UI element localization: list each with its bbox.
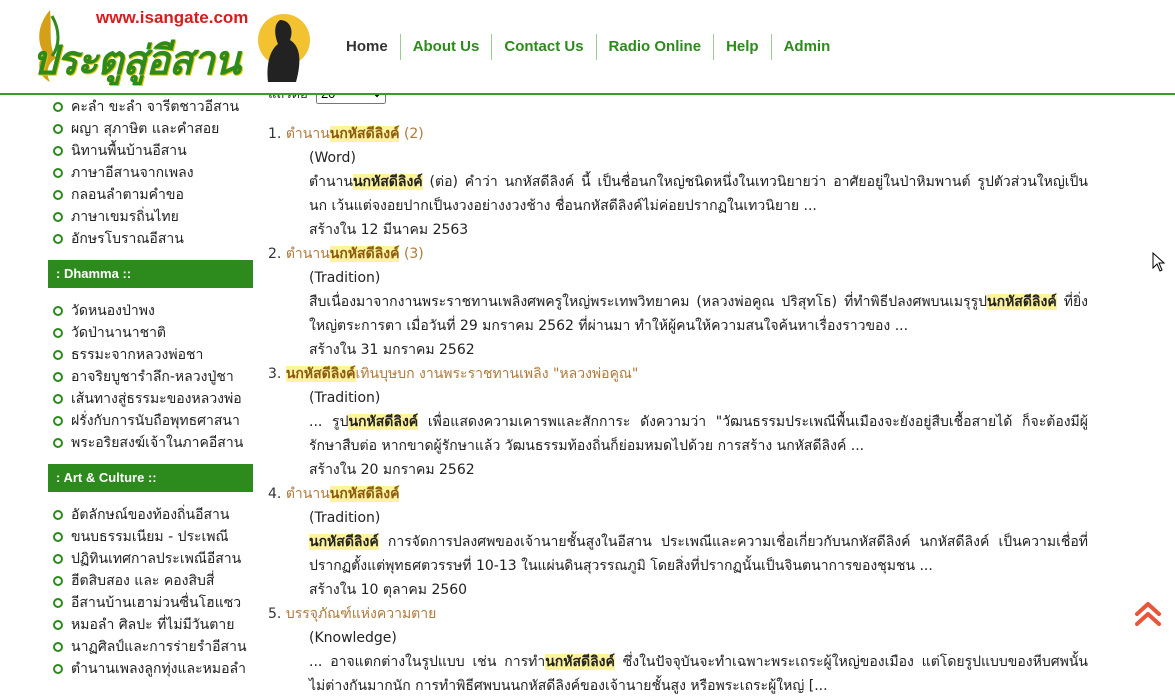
result-item: 1. ตำนานนกหัสดีลิงค์ (2) (Word) ตำนานนกห… — [268, 122, 1088, 242]
sidebar-item[interactable]: ธรรมะจากหลวงพ่อชา — [48, 344, 253, 366]
result-snippet: นกหัสดีลิงค์ การจัดการปลงศพของเจ้านายชั้… — [309, 534, 1088, 574]
sidebar-item[interactable]: ฮีตสิบสอง และ คองสิบสี่ — [48, 570, 253, 592]
sidebar-item[interactable]: ภาษาอีสานจากเพลง — [48, 162, 253, 184]
result-category: (Tradition) — [309, 510, 381, 526]
result-title: 5. บรรจุภัณฑ์แห่งความตาย — [268, 606, 437, 622]
logo-title: ประตูสู่อีสาน — [32, 37, 241, 84]
bullet-icon — [53, 234, 63, 244]
bullet-icon — [53, 438, 63, 448]
result-date: สร้างใน 12 มีนาคม 2563 — [309, 222, 469, 238]
result-item: 4. ตำนานนกหัสดีลิงค์ (Tradition) นกหัสดี… — [268, 482, 1088, 602]
site-header: www.isangate.com ประตูสู่อีสาน Home Abou… — [0, 0, 1175, 95]
bullet-icon — [53, 190, 63, 200]
main-nav: Home About Us Contact Us Radio Online He… — [334, 34, 842, 60]
sidebar-list-dhamma: วัดหนองป่าพง วัดป่านานาชาติ ธรรมะจากหลวง… — [48, 300, 253, 454]
sidebar-item[interactable]: พระอริยสงฆ์เจ้าในภาคอีสาน — [48, 432, 253, 454]
nav-admin[interactable]: Admin — [770, 34, 843, 60]
performer-silhouette-icon — [258, 14, 310, 82]
sidebar-item[interactable]: วัดหนองป่าพง — [48, 300, 253, 322]
result-title: 1. ตำนานนกหัสดีลิงค์ (2) — [268, 126, 424, 142]
result-category: (Word) — [309, 150, 356, 166]
sidebar-item[interactable]: อัตลักษณ์ของท้องถิ่นอีสาน — [48, 504, 253, 526]
result-category: (Knowledge) — [309, 630, 397, 646]
result-link[interactable]: ตำนานนกหัสดีลิงค์ — [286, 126, 400, 142]
result-link[interactable]: นกหัสดีลิงค์เทินบุษบก งานพระราชทานเพลิง … — [285, 366, 638, 382]
result-snippet: ... รูปนกหัสดีลิงค์ เพื่อแสดงความเคารพแล… — [309, 414, 1088, 454]
sidebar-item[interactable]: คะลำ ขะลำ จารีตชาวอีสาน — [48, 96, 253, 118]
sidebar-item[interactable]: อักษรโบราณอีสาน — [48, 228, 253, 250]
bullet-icon — [53, 642, 63, 652]
sidebar-heading-art-culture: : Art & Culture :: — [48, 464, 253, 492]
bullet-icon — [53, 306, 63, 316]
nav-contact-us[interactable]: Contact Us — [491, 34, 595, 60]
result-title: 2. ตำนานนกหัสดีลิงค์ (3) — [268, 246, 424, 262]
result-item: 5. บรรจุภัณฑ์แห่งความตาย (Knowledge) ...… — [268, 602, 1088, 698]
sidebar-item[interactable]: ตำนานเพลงลูกทุ่งและหมอลำ — [48, 658, 253, 680]
sidebar-heading-dhamma: : Dhamma :: — [48, 260, 253, 288]
sidebar-item[interactable]: เส้นทางสู่ธรรมะของหลวงพ่อ — [48, 388, 253, 410]
result-title: 3. นกหัสดีลิงค์เทินบุษบก งานพระราชทานเพล… — [268, 366, 639, 382]
sidebar-item[interactable]: นาฏศิลป์และการร่ายรำอีสาน — [48, 636, 253, 658]
nav-radio-online[interactable]: Radio Online — [595, 34, 714, 60]
bullet-icon — [53, 328, 63, 338]
result-link[interactable]: ตำนานนกหัสดีลิงค์ — [286, 486, 400, 502]
bullet-icon — [53, 124, 63, 134]
bullet-icon — [53, 394, 63, 404]
bullet-icon — [53, 664, 63, 674]
nav-about-us[interactable]: About Us — [399, 34, 492, 60]
result-snippet: ... อาจแตกต่างในรูปแบบ เช่น การทำนกหัสดี… — [309, 654, 1088, 694]
bullet-icon — [53, 350, 63, 360]
scroll-to-top-icon[interactable] — [1133, 600, 1163, 628]
result-date: สร้างใน 31 มกราคม 2562 — [309, 342, 475, 358]
result-date: สร้างใน 10 ตุลาคม 2560 — [309, 582, 468, 598]
bullet-icon — [53, 372, 63, 382]
site-logo[interactable]: www.isangate.com ประตูสู่อีสาน — [30, 6, 310, 86]
sidebar: คะลำ ขะลำ จารีตชาวอีสาน ผญา สุภาษิต และค… — [48, 93, 253, 680]
bullet-icon — [53, 146, 63, 156]
result-snippet: สืบเนื่องมาจากงานพระราชทานเพลิงศพครูใหญ่… — [309, 294, 1088, 334]
sidebar-item[interactable]: นิทานพื้นบ้านอีสาน — [48, 140, 253, 162]
mouse-cursor-icon — [1152, 252, 1166, 272]
result-item: 2. ตำนานนกหัสดีลิงค์ (3) (Tradition) สืบ… — [268, 242, 1088, 362]
sidebar-item[interactable]: กลอนลำตามคำขอ — [48, 184, 253, 206]
sidebar-item[interactable]: อาจริยบูชารำลึก-หลวงปู่ชา — [48, 366, 253, 388]
bullet-icon — [53, 510, 63, 520]
bullet-icon — [53, 212, 63, 222]
result-category: (Tradition) — [309, 390, 381, 406]
result-link[interactable]: บรรจุภัณฑ์แห่งความตาย — [286, 606, 437, 622]
bullet-icon — [53, 168, 63, 178]
sidebar-item[interactable]: ภาษาเขมรถิ่นไทย — [48, 206, 253, 228]
bullet-icon — [53, 620, 63, 630]
nav-help[interactable]: Help — [713, 34, 771, 60]
sidebar-list-isan: คะลำ ขะลำ จารีตชาวอีสาน ผญา สุภาษิต และค… — [48, 96, 253, 250]
result-item: 3. นกหัสดีลิงค์เทินบุษบก งานพระราชทานเพล… — [268, 362, 1088, 482]
bullet-icon — [53, 532, 63, 542]
sidebar-item[interactable]: ผญา สุภาษิต และคำสอย — [48, 118, 253, 140]
result-snippet: ตำนานนกหัสดีลิงค์ (ต่อ) คำว่า นกหัสดีลิง… — [309, 174, 1088, 214]
result-link[interactable]: ตำนานนกหัสดีลิงค์ — [286, 246, 400, 262]
bullet-icon — [53, 598, 63, 608]
bullet-icon — [53, 554, 63, 564]
sidebar-item[interactable]: ปฏิทินเทศกาลประเพณีอีสาน — [48, 548, 253, 570]
result-suffix: (3) — [403, 246, 424, 262]
result-suffix: (2) — [403, 126, 424, 142]
sidebar-item[interactable]: หมอลำ ศิลปะ ที่ไม่มีวันตาย — [48, 614, 253, 636]
sidebar-list-art-culture: อัตลักษณ์ของท้องถิ่นอีสาน ขนบธรรมเนียม -… — [48, 504, 253, 680]
result-title: 4. ตำนานนกหัสดีลิงค์ — [268, 486, 400, 502]
result-category: (Tradition) — [309, 270, 381, 286]
sidebar-item[interactable]: อีสานบ้านเฮาม่วนซื่นโฮแซว — [48, 592, 253, 614]
bullet-icon — [53, 416, 63, 426]
result-date: สร้างใน 20 มกราคม 2562 — [309, 462, 475, 478]
bullet-icon — [53, 102, 63, 112]
sidebar-item[interactable]: ขนบธรรมเนียม - ประเพณี — [48, 526, 253, 548]
sidebar-item[interactable]: วัดป่านานาชาติ — [48, 322, 253, 344]
bullet-icon — [53, 576, 63, 586]
nav-home[interactable]: Home — [334, 34, 400, 60]
logo-url: www.isangate.com — [96, 8, 249, 27]
sidebar-item[interactable]: ฝรั่งกับการนับถือพุทธศาสนา — [48, 410, 253, 432]
